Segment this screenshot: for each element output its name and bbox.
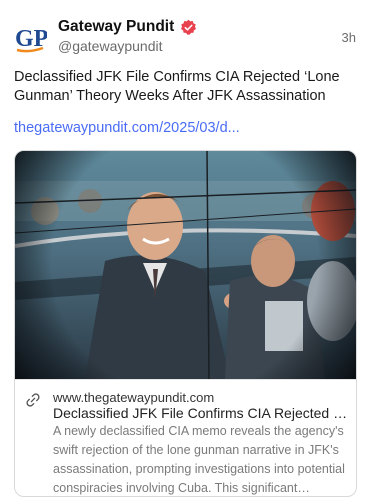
verified-badge-icon bbox=[181, 19, 197, 35]
gp-logo: GP bbox=[15, 26, 47, 53]
link-card-description: A newly declassified CIA memo reveals th… bbox=[53, 424, 345, 495]
link-card-image bbox=[15, 151, 356, 379]
post-text: Declassified JFK File Confirms CIA Rejec… bbox=[14, 69, 340, 104]
link-icon bbox=[26, 393, 40, 407]
name-row: Gateway Pundit bbox=[58, 16, 197, 38]
post-link[interactable]: thegatewaypundit.com/2025/03/d... bbox=[14, 120, 240, 136]
link-card-meta: www.thegatewaypundit.com Declassified JF… bbox=[15, 379, 356, 496]
avatar[interactable]: GP bbox=[12, 20, 48, 56]
post: GP Gateway Pundit @gatewaypundit 3h Decl… bbox=[0, 0, 370, 500]
link-card-title: Declassified JFK File Confirms CIA Rejec… bbox=[53, 405, 348, 421]
handle[interactable]: @gatewaypundit bbox=[58, 38, 163, 54]
timestamp[interactable]: 3h bbox=[342, 30, 356, 45]
display-name[interactable]: Gateway Pundit bbox=[58, 18, 174, 36]
link-card-domain: www.thegatewaypundit.com bbox=[53, 390, 215, 405]
link-card[interactable]: www.thegatewaypundit.com Declassified JF… bbox=[14, 150, 357, 497]
